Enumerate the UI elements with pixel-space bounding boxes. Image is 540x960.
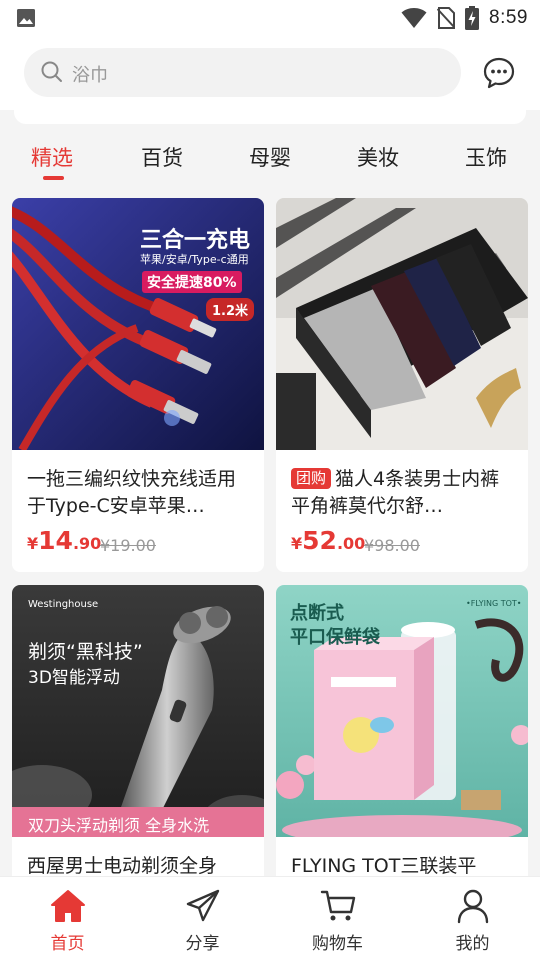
image-footer: 双刀头浮动剃须 全身水洗	[28, 816, 210, 835]
home-icon	[51, 890, 85, 922]
active-tab-indicator	[43, 176, 64, 180]
no-sim-icon	[437, 7, 456, 29]
product-price: ¥14.90	[27, 526, 102, 555]
image-line1: 点断式	[290, 603, 344, 624]
header: 浴巾	[0, 36, 540, 110]
product-image: 三合一充电 苹果/安卓/Type-c通用 安全提速80% 1.2米	[12, 198, 264, 450]
bottom-nav: 首页 分享 购物车 我的	[0, 876, 540, 960]
message-icon[interactable]	[482, 56, 516, 90]
nav-home-label: 首页	[50, 934, 85, 954]
original-price: ¥19.00	[100, 536, 156, 555]
product-title: 一拖三编织纹快充线适用于Type-C安卓苹果…	[27, 468, 237, 517]
product-price: ¥52.00	[291, 526, 366, 555]
wifi-icon	[401, 8, 427, 28]
product-image: 点断式 平口保鲜袋 •FLYING TOT•	[276, 585, 528, 837]
battery-charging-icon	[465, 6, 480, 30]
image-subline: 苹果/安卓/Type-c通用	[140, 253, 249, 266]
image-brand: •FLYING TOT•	[466, 599, 522, 608]
product-title: 团购 猫人4条装男士内裤平角裤莫代尔舒…	[291, 468, 500, 517]
image-brand: Westinghouse	[28, 599, 99, 610]
product-card[interactable]: 三合一充电 苹果/安卓/Type-c通用 安全提速80% 1.2米 一拖三编织纹…	[12, 198, 264, 572]
search-input[interactable]: 浴巾	[24, 48, 461, 97]
nav-profile-label: 我的	[455, 934, 490, 954]
share-icon	[186, 889, 220, 922]
tab-general-goods[interactable]: 百货	[141, 142, 183, 172]
nav-cart-label: 购物车	[312, 934, 363, 954]
nav-cart[interactable]: 购物车	[270, 877, 405, 960]
tab-featured[interactable]: 精选	[31, 142, 73, 172]
image-length: 1.2米	[206, 298, 255, 321]
tab-beauty[interactable]: 美妆	[357, 142, 399, 172]
gallery-icon	[17, 9, 35, 27]
original-price: ¥98.00	[364, 536, 420, 555]
product-image	[276, 198, 528, 450]
search-placeholder: 浴巾	[72, 65, 108, 86]
profile-icon	[457, 889, 489, 924]
nav-profile[interactable]: 我的	[405, 877, 540, 960]
cart-icon	[320, 890, 356, 921]
nav-share-label: 分享	[185, 934, 220, 954]
image-headline: 三合一充电	[140, 228, 251, 253]
image-tag: 安全提速80%	[142, 271, 242, 293]
category-tabs: 精选 百货 母婴 美妆 玉饰	[0, 130, 540, 186]
nav-share[interactable]: 分享	[135, 877, 270, 960]
status-time: 8:59	[489, 7, 528, 28]
nav-home[interactable]: 首页	[0, 877, 135, 960]
image-line2: 3D智能浮动	[28, 668, 120, 688]
image-line2: 平口保鲜袋	[290, 627, 380, 648]
search-icon	[41, 61, 62, 82]
group-buy-badge: 团购	[291, 468, 332, 489]
tab-mother-baby[interactable]: 母婴	[249, 142, 291, 172]
header-divider	[14, 110, 526, 124]
product-card[interactable]: 团购 猫人4条装男士内裤平角裤莫代尔舒… ¥52.00 ¥98.00	[276, 198, 528, 572]
tab-jade[interactable]: 玉饰	[465, 142, 507, 172]
image-line1: 剃须“黑科技”	[28, 641, 143, 663]
status-bar: 8:59	[0, 0, 540, 36]
product-image: Westinghouse 剃须“黑科技” 3D智能浮动 双刀头浮动剃须 全身水洗	[12, 585, 264, 837]
